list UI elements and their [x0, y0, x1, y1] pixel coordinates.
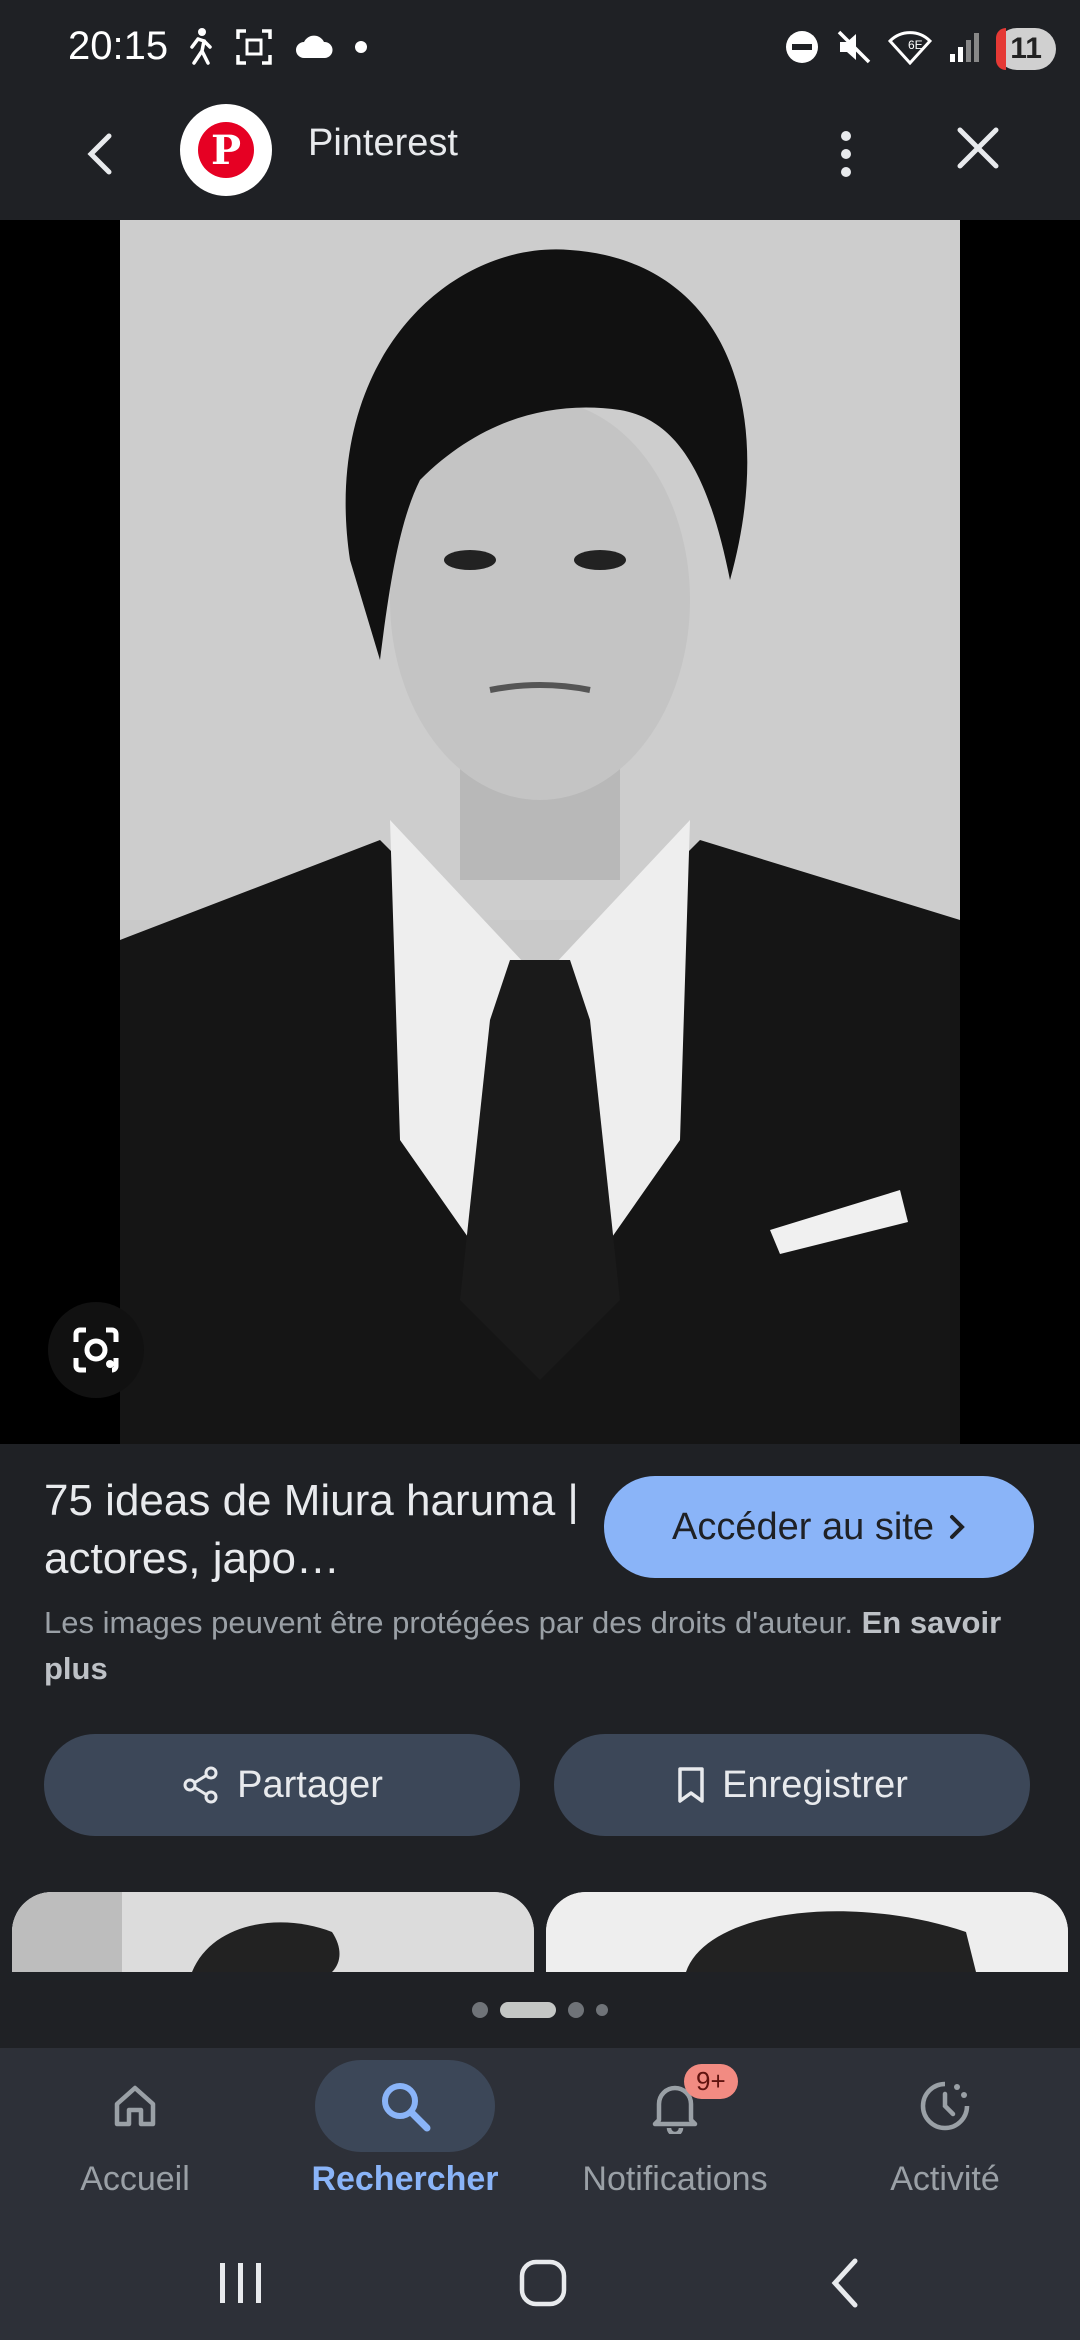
nav-item-search[interactable]: Rechercher [290, 2056, 520, 2216]
related-image-1 [12, 1892, 534, 1972]
home-circle-icon [519, 2259, 567, 2307]
pager-dot [472, 2002, 488, 2018]
lens-icon [73, 1327, 119, 1373]
copyright-notice: Les images peuvent être protégées par de… [44, 1600, 1024, 1692]
more-vert-icon [841, 131, 851, 177]
status-time: 20:15 [68, 24, 169, 68]
related-image-thumbnail[interactable] [546, 1892, 1068, 1972]
copyright-text: Les images peuvent être protégées par de… [44, 1605, 853, 1640]
save-button[interactable]: Enregistrer [554, 1734, 1030, 1836]
nav-icon-container [315, 2060, 495, 2152]
visit-site-label: Accéder au site [672, 1505, 934, 1548]
nav-label-notifications: Notifications [582, 2160, 768, 2198]
site-title: Pinterest [308, 122, 458, 164]
close-icon [957, 127, 999, 169]
pinterest-icon: P [198, 122, 254, 178]
recents-icon [220, 2263, 261, 2303]
system-back-button[interactable] [800, 2238, 890, 2328]
walk-icon [186, 27, 214, 72]
chevron-left-icon [87, 133, 112, 175]
mute-icon [836, 29, 872, 70]
activity-icon [920, 2081, 970, 2131]
nav-icon-container [855, 2060, 1035, 2152]
cloud-icon [294, 32, 334, 67]
portrait-illustration [120, 220, 960, 1444]
share-button[interactable]: Partager [44, 1734, 520, 1836]
home-icon [114, 2085, 156, 2127]
back-button[interactable] [64, 118, 136, 190]
visit-site-button[interactable]: Accéder au site [604, 1476, 1034, 1578]
share-icon [183, 1766, 218, 1804]
dot-icon [354, 40, 368, 59]
save-label: Enregistrer [722, 1763, 908, 1806]
status-left-icons [186, 26, 368, 72]
carousel-pager [0, 2000, 1080, 2020]
nav-item-activity[interactable]: Activité [830, 2056, 1060, 2216]
recent-apps-button[interactable] [196, 2238, 286, 2328]
pinterest-logo: P [180, 104, 272, 196]
nav-icon-container [585, 2060, 765, 2152]
do-not-disturb-icon [784, 29, 820, 70]
nav-label-activity: Activité [890, 2160, 1000, 2198]
share-label: Partager [237, 1763, 383, 1806]
svg-text:6E: 6E [908, 38, 923, 52]
related-image-2 [546, 1892, 1068, 1972]
nav-item-notifications[interactable]: 9+ Notifications [560, 2056, 790, 2216]
pager-dot [596, 2004, 608, 2016]
notification-badge: 9+ [684, 2064, 738, 2099]
home-system-button[interactable] [498, 2238, 588, 2328]
chevron-right-icon [949, 1515, 965, 1539]
nav-icon-container [45, 2060, 225, 2152]
app-bar [0, 96, 1080, 220]
back-icon [831, 2258, 858, 2308]
pager-dot [568, 2002, 584, 2018]
battery-indicator: 11 [996, 28, 1056, 70]
screenshot-icon [234, 27, 274, 72]
nav-item-home[interactable]: Accueil [20, 2056, 250, 2216]
status-right-icons: 6E 11 [784, 26, 1056, 72]
related-image-thumbnail[interactable] [12, 1892, 534, 1972]
pager-dot-active [500, 2002, 556, 2018]
more-options-button[interactable] [810, 118, 882, 190]
nav-label-search: Rechercher [311, 2160, 499, 2198]
close-button[interactable] [942, 112, 1014, 184]
preview-image[interactable] [120, 220, 960, 1444]
google-lens-button[interactable] [48, 1302, 144, 1398]
signal-icon [948, 30, 980, 69]
search-icon [382, 2083, 431, 2132]
bookmark-icon [678, 1767, 704, 1803]
nav-label-home: Accueil [80, 2160, 190, 2198]
wifi-6e-icon: 6E [888, 29, 933, 70]
result-title[interactable]: 75 ideas de Miura haruma | actores, japo… [44, 1472, 584, 1588]
